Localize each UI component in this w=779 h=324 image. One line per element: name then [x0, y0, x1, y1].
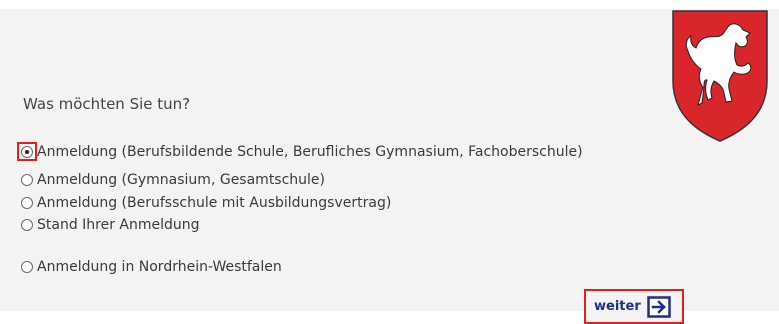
radio-button[interactable] — [21, 197, 33, 209]
radio-button[interactable] — [21, 261, 33, 273]
option-gymnasium[interactable]: Anmeldung (Gymnasium, Gesamtschule) — [21, 170, 325, 190]
arrow-right-icon — [646, 295, 671, 318]
option-label: Anmeldung (Gymnasium, Gesamtschule) — [37, 172, 326, 188]
option-berufsschule[interactable]: Anmeldung (Berufsschule mit Ausbildungsv… — [21, 193, 391, 213]
radio-button[interactable] — [21, 219, 33, 231]
option-label: Anmeldung (Berufsbildende Schule, Berufl… — [37, 144, 583, 160]
option-label: Anmeldung in Nordrhein-Westfalen — [37, 259, 282, 275]
option-label: Stand Ihrer Anmeldung — [37, 217, 200, 233]
weiter-button-label: weiter — [594, 299, 641, 314]
option-berufsbildende-schule[interactable]: Anmeldung (Berufsbildende Schule, Berufl… — [21, 142, 583, 162]
weiter-button[interactable]: weiter — [584, 289, 684, 324]
option-stand-anmeldung[interactable]: Stand Ihrer Anmeldung — [21, 215, 200, 235]
question-text: Was möchten Sie tun? — [23, 95, 191, 113]
radio-button[interactable] — [21, 174, 33, 186]
option-nordrhein-westfalen[interactable]: Anmeldung in Nordrhein-Westfalen — [21, 257, 282, 277]
option-label: Anmeldung (Berufsschule mit Ausbildungsv… — [37, 195, 392, 211]
lower-saxony-coat-of-arms-icon — [672, 10, 768, 142]
selection-highlight — [17, 142, 37, 161]
